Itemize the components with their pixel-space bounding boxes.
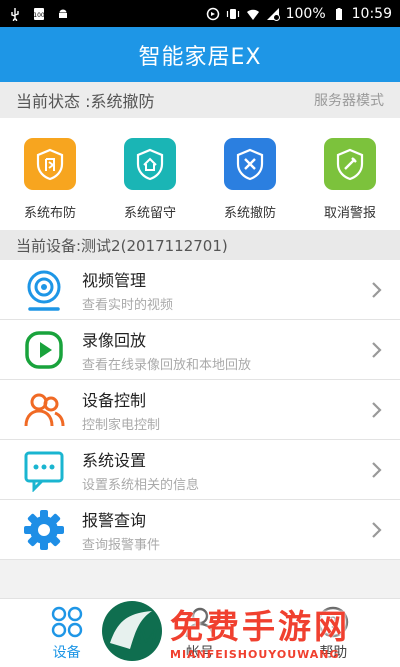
menu-item-title: 视频管理 [82, 270, 147, 290]
current-state-bar: 当前状态 :系统撤防 服务器模式 [0, 82, 400, 118]
message-icon [20, 446, 68, 494]
svg-text:100: 100 [33, 12, 45, 19]
menu-item-title: 设备控制 [82, 390, 147, 410]
current-device-label: 当前设备:测试2(2017112701) [16, 236, 228, 255]
people-icon [20, 386, 68, 434]
arm-system-label: 系统布防 [23, 206, 76, 221]
arm-system-button[interactable]: 系统布防 [5, 138, 95, 221]
disarm-icon [224, 138, 276, 190]
feature-menu: 视频管理 查看实时的视频 录像回放 查看在线录像回放和本地回放 设备控制 控制家… [0, 260, 400, 560]
watermark-subtitle: MIANFEISHOUYOUWANG [170, 648, 340, 661]
stay-home-button[interactable]: 系统留守 [105, 138, 195, 221]
vibrate-icon [226, 8, 239, 19]
svg-text:M: M [135, 626, 159, 651]
menu-item-title: 录像回放 [82, 330, 147, 350]
chevron-right-icon [372, 341, 382, 358]
server-mode-label[interactable]: 服务器模式 [314, 90, 384, 110]
chevron-right-icon [372, 461, 382, 478]
battery-percent: 100% [285, 5, 326, 22]
menu-item-settings[interactable]: 系统设置 设置系统相关的信息 [0, 440, 400, 500]
stay-home-icon [124, 138, 176, 190]
current-device-bar: 当前设备:测试2(2017112701) [0, 230, 400, 260]
watermark: M 免费手游网 MIANFEISHOUYOUWANG [100, 594, 400, 667]
signal-icon [266, 7, 280, 21]
nav-devices-label: 设备 [52, 644, 81, 661]
disarm-system-label: 系统撤防 [223, 206, 276, 221]
menu-item-subtitle: 查看在线录像回放和本地回放 [82, 357, 252, 373]
disarm-system-button[interactable]: 系统撤防 [205, 138, 295, 221]
usb-icon [11, 7, 19, 21]
menu-item-alarm-query[interactable]: 报警查询 查询报警事件 [0, 500, 400, 560]
arm-icon [24, 138, 76, 190]
chevron-right-icon [372, 521, 382, 538]
app-title: 智能家居EX [138, 44, 262, 70]
battery-icon [335, 7, 342, 20]
stay-home-label: 系统留守 [123, 206, 176, 221]
clock: 10:59 [351, 5, 392, 22]
android-icon [59, 9, 67, 18]
menu-item-device-control[interactable]: 设备控制 控制家电控制 [0, 380, 400, 440]
watermark-logo-icon: M [102, 600, 162, 661]
chevron-right-icon [372, 281, 382, 298]
watermark-title: 免费手游网 [170, 607, 350, 646]
menu-item-subtitle: 控制家电控制 [82, 417, 161, 433]
menu-item-title: 系统设置 [82, 450, 147, 470]
cancel-alarm-label: 取消警报 [323, 206, 376, 221]
menu-item-subtitle: 设置系统相关的信息 [82, 477, 200, 493]
menu-item-subtitle: 查看实时的视频 [82, 297, 174, 313]
quick-actions: 系统布防 系统留守 系统撤防 取消警报 [0, 118, 400, 230]
menu-item-title: 报警查询 [82, 510, 147, 530]
wifi-icon [246, 9, 259, 20]
play-icon [20, 326, 68, 374]
cancel-alarm-button[interactable]: 取消警报 [305, 138, 395, 221]
notification-badge-icon: 100 [33, 7, 45, 20]
status-bar: 100 100% 10:59 [0, 0, 400, 27]
menu-item-subtitle: 查询报警事件 [82, 537, 161, 553]
devices-icon [51, 606, 82, 637]
menu-item-video[interactable]: 视频管理 查看实时的视频 [0, 260, 400, 320]
camera-icon [20, 266, 68, 314]
menu-item-playback[interactable]: 录像回放 查看在线录像回放和本地回放 [0, 320, 400, 380]
cancel-alarm-icon [324, 138, 376, 190]
sync-icon [206, 7, 219, 20]
app-bar: 智能家居EX [0, 27, 400, 82]
chevron-right-icon [372, 401, 382, 418]
gear-icon [20, 506, 68, 554]
current-state-label: 当前状态 :系统撤防 [16, 92, 155, 111]
